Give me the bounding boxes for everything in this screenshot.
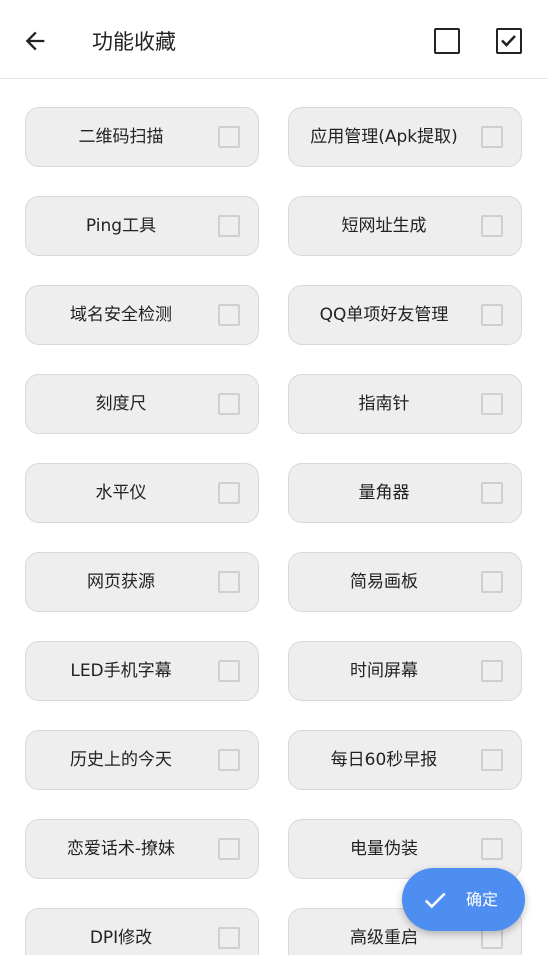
feature-card[interactable]: DPI修改 <box>25 908 259 955</box>
feature-card[interactable]: 短网址生成 <box>288 196 522 256</box>
feature-checkbox[interactable] <box>218 393 240 415</box>
page-title: 功能收藏 <box>92 30 176 54</box>
feature-card[interactable]: 网页获源 <box>25 552 259 612</box>
feature-card-label: 量角器 <box>358 483 410 503</box>
feature-card[interactable]: 恋爱话术-撩妹 <box>25 819 259 879</box>
feature-checkbox[interactable] <box>218 126 240 148</box>
feature-card[interactable]: LED手机字幕 <box>25 641 259 701</box>
check-icon <box>424 892 446 909</box>
confirm-fab-label: 确定 <box>466 890 499 909</box>
top-app-bar: 功能收藏 <box>0 0 548 79</box>
feature-card-label: 刻度尺 <box>95 394 147 414</box>
feature-card-label: 水平仪 <box>95 483 147 503</box>
feature-checkbox[interactable] <box>481 749 503 771</box>
feature-checkbox[interactable] <box>218 482 240 504</box>
feature-card[interactable]: 水平仪 <box>25 463 259 523</box>
feature-checkbox[interactable] <box>481 126 503 148</box>
feature-checkbox[interactable] <box>481 838 503 860</box>
feature-checkbox[interactable] <box>481 482 503 504</box>
feature-card-label: LED手机字幕 <box>70 661 172 681</box>
feature-card-label: QQ单项好友管理 <box>319 305 449 325</box>
feature-checkbox[interactable] <box>218 749 240 771</box>
checkbox-checked-icon <box>501 35 516 47</box>
feature-card[interactable]: 简易画板 <box>288 552 522 612</box>
confirm-fab[interactable]: 确定 <box>402 868 525 931</box>
feature-card-label: 历史上的今天 <box>70 750 172 770</box>
feature-card[interactable]: 历史上的今天 <box>25 730 259 790</box>
feature-card-label: 短网址生成 <box>341 216 427 236</box>
feature-card-label: DPI修改 <box>89 928 153 948</box>
feature-card-label: 应用管理(Apk提取) <box>310 127 458 147</box>
feature-card[interactable]: Ping工具 <box>25 196 259 256</box>
feature-card-label: 时间屏幕 <box>350 661 418 681</box>
feature-checkbox[interactable] <box>218 571 240 593</box>
feature-card-label: 恋爱话术-撩妹 <box>66 839 176 859</box>
feature-checkbox[interactable] <box>481 571 503 593</box>
feature-checkbox[interactable] <box>481 660 503 682</box>
feature-card-label: 指南针 <box>358 394 410 414</box>
feature-card[interactable]: 量角器 <box>288 463 522 523</box>
feature-card[interactable]: 每日60秒早报 <box>288 730 522 790</box>
feature-checkbox[interactable] <box>218 838 240 860</box>
feature-card-label: 二维码扫描 <box>78 127 164 147</box>
feature-card[interactable]: 二维码扫描 <box>25 107 259 167</box>
feature-checkbox[interactable] <box>218 660 240 682</box>
app-screen: 功能收藏 二维码扫描 应用管理(Apk提取) Ping工具 短网址生成域名安全检测 QQ… <box>0 0 548 955</box>
feature-checkbox[interactable] <box>218 927 240 949</box>
select-none-button[interactable] <box>434 28 460 54</box>
feature-card-label: Ping工具 <box>85 216 157 236</box>
feature-card-label: 每日60秒早报 <box>330 750 438 770</box>
feature-checkbox[interactable] <box>481 304 503 326</box>
arrow-left-icon <box>25 31 45 51</box>
feature-checkbox[interactable] <box>481 393 503 415</box>
feature-checkbox[interactable] <box>218 215 240 237</box>
feature-card-label: 简易画板 <box>350 572 418 592</box>
feature-checkbox[interactable] <box>481 215 503 237</box>
feature-card-label: 网页获源 <box>87 572 155 592</box>
feature-card[interactable]: QQ单项好友管理 <box>288 285 522 345</box>
feature-checkbox[interactable] <box>218 304 240 326</box>
feature-card[interactable]: 时间屏幕 <box>288 641 522 701</box>
feature-card[interactable]: 应用管理(Apk提取) <box>288 107 522 167</box>
back-button[interactable] <box>18 24 52 58</box>
feature-card[interactable]: 域名安全检测 <box>25 285 259 345</box>
feature-card[interactable]: 指南针 <box>288 374 522 434</box>
feature-card[interactable]: 刻度尺 <box>25 374 259 434</box>
select-all-button[interactable] <box>496 28 522 54</box>
feature-card-label: 域名安全检测 <box>70 305 172 325</box>
